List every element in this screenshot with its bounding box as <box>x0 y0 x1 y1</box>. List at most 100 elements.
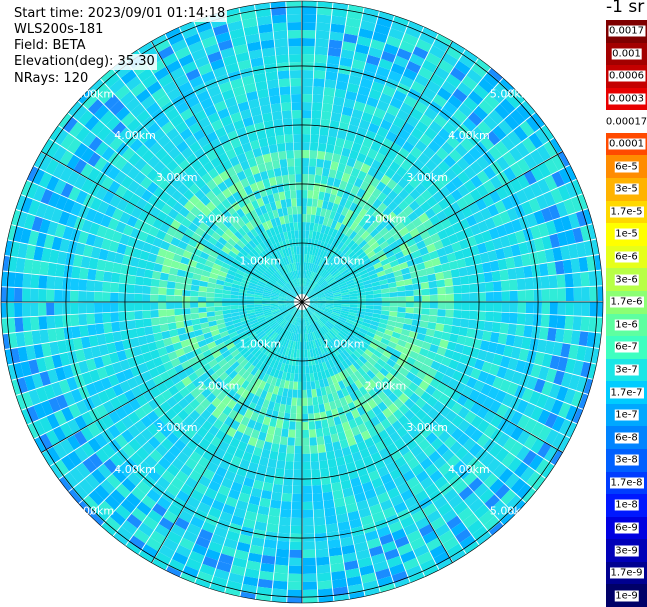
ray-cell <box>421 308 430 315</box>
ray-cell <box>307 397 313 406</box>
ray-cell <box>597 286 603 302</box>
ray-cell <box>296 206 302 215</box>
range-ring-label: 2.00km <box>365 379 407 392</box>
ray-cell <box>289 557 302 566</box>
ray-cell <box>404 284 414 291</box>
ray-cell <box>38 316 48 330</box>
ray-cell <box>86 302 95 314</box>
ray-cell <box>292 214 298 223</box>
ray-cell <box>458 267 468 277</box>
colorbar-swatch: 1.7e-5 <box>606 200 647 224</box>
ray-cell <box>461 293 470 302</box>
ray-cell <box>295 174 302 183</box>
ray-cell <box>299 246 302 255</box>
ray-cell <box>288 573 302 582</box>
colorbar-swatch: 1e-7 <box>606 403 647 427</box>
ray-cell <box>282 485 293 494</box>
colorbar-swatch: 3e-9 <box>606 539 647 563</box>
ray-cell <box>151 324 162 334</box>
ray-cell <box>222 302 231 307</box>
ray-cell <box>276 548 290 558</box>
colorbar-tick-label: 0.001 <box>611 48 642 60</box>
ray-cell <box>293 373 299 382</box>
range-ring-label: 2.00km <box>365 213 407 226</box>
ray-cell <box>411 277 421 285</box>
ray-cell <box>39 261 50 276</box>
ray-cell <box>302 14 317 23</box>
ray-cell <box>283 182 290 192</box>
ray-cell <box>314 524 327 534</box>
ray-cell <box>182 302 191 309</box>
ray-cell <box>546 261 557 276</box>
ray-cell <box>524 277 534 290</box>
colorbar-tick-label: 0.0003 <box>608 93 645 105</box>
ray-cell <box>507 323 517 336</box>
ray-cell <box>274 564 289 574</box>
ray-cell <box>305 365 310 374</box>
ray-cell <box>453 293 462 302</box>
ray-cell <box>292 493 302 502</box>
ray-cell <box>70 290 79 302</box>
ray-cell <box>30 274 40 289</box>
ray-cell <box>302 573 317 582</box>
ray-cell <box>159 272 169 281</box>
ray-cell <box>281 110 292 120</box>
ray-cell <box>174 308 183 316</box>
ray-cell <box>282 420 290 430</box>
ray-cell <box>413 302 422 308</box>
ray-cell <box>302 541 315 550</box>
ray-cell <box>297 222 302 231</box>
ray-cell <box>310 126 320 135</box>
ray-cell <box>150 302 159 310</box>
ray-cell <box>466 328 476 339</box>
ray-cell <box>523 325 533 338</box>
ray-cell <box>214 293 223 298</box>
ray-cell <box>324 507 336 517</box>
colorbar-tick-label: 1.7e-7 <box>609 387 644 398</box>
ray-cell <box>271 14 287 24</box>
range-ring-label: 3.00km <box>406 421 448 434</box>
instrument-label: WLS200s-181 <box>12 22 106 38</box>
ray-cell <box>230 305 239 310</box>
ray-cell <box>263 539 277 549</box>
ray-cell <box>272 580 288 590</box>
ray-cell <box>302 461 311 470</box>
ray-cell <box>279 436 288 446</box>
ray-cell <box>134 319 144 329</box>
ray-cell <box>435 272 445 281</box>
ray-cell <box>285 453 295 462</box>
polar-heatmap-plot: 1.00km1.00km1.00km1.00km2.00km2.00km2.00… <box>0 0 604 604</box>
ray-cell <box>190 302 199 308</box>
ray-cell <box>302 142 310 151</box>
ray-cell <box>1 318 8 334</box>
colorbar-swatch: 1.7e-9 <box>606 561 647 585</box>
ray-cell <box>254 302 263 305</box>
ray-cell <box>305 222 311 231</box>
ray-cell <box>304 238 309 247</box>
ray-cell <box>466 265 476 276</box>
ray-cell <box>302 246 305 255</box>
ray-cell <box>453 285 462 294</box>
ray-cell <box>314 54 328 64</box>
ray-cell <box>328 466 339 476</box>
ray-cell <box>128 265 138 276</box>
ray-cell <box>182 308 191 315</box>
ray-cell <box>297 381 302 390</box>
ray-cell <box>302 373 307 382</box>
ray-cell <box>273 572 288 582</box>
ray-cell <box>126 284 135 294</box>
ray-cell <box>311 388 318 398</box>
ray-cell <box>573 287 582 302</box>
ray-cell <box>437 294 446 302</box>
colorbar-swatch: 6e-9 <box>606 516 647 540</box>
ray-cell <box>316 158 325 168</box>
ray-cell <box>397 302 406 308</box>
ray-cell <box>302 78 314 87</box>
ray-cell <box>493 312 502 323</box>
colorbar-tick-label: 6e-7 <box>614 341 639 353</box>
ray-cell <box>541 289 550 302</box>
ray-cell <box>293 222 299 231</box>
ray-cell <box>321 483 333 493</box>
ray-cell <box>381 302 390 307</box>
ray-cell <box>287 581 302 590</box>
